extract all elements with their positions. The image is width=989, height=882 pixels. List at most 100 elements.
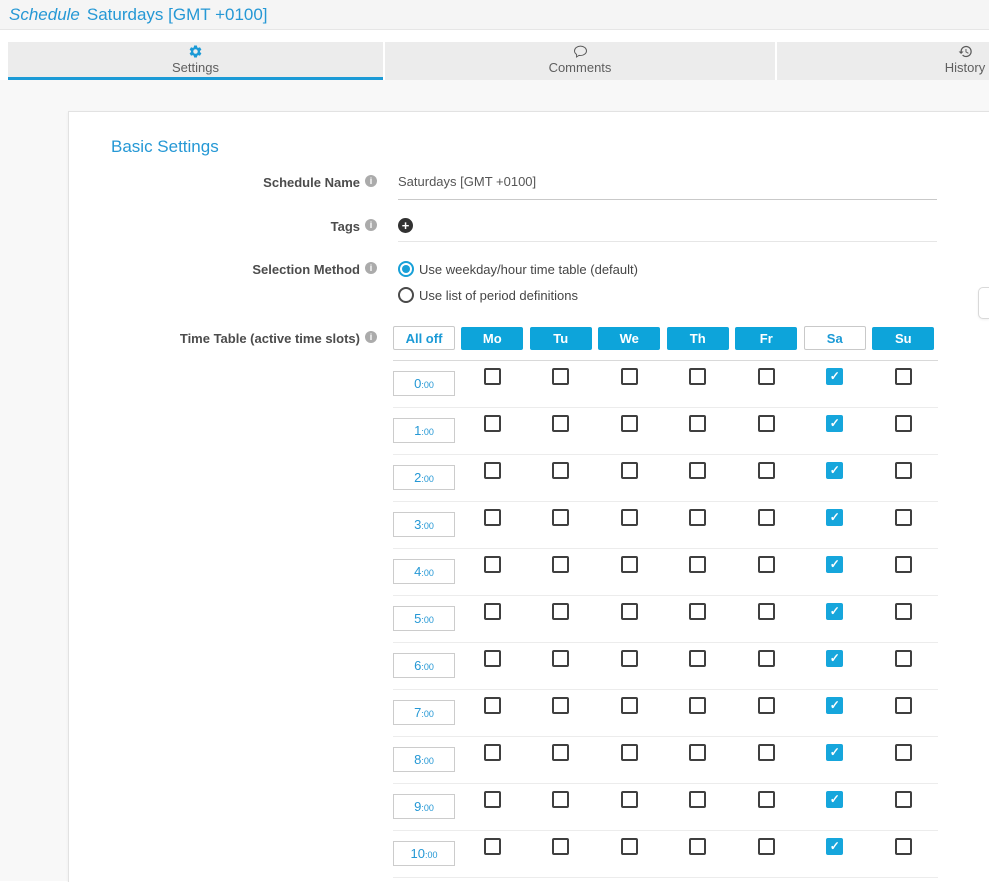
timeslot-checkbox-9:00-fr[interactable] [758,791,775,808]
timeslot-checkbox-2:00-sa[interactable]: ✓ [826,462,843,479]
timeslot-checkbox-6:00-th[interactable] [689,650,706,667]
timeslot-checkbox-1:00-tu[interactable] [552,415,569,432]
timeslot-checkbox-5:00-we[interactable] [621,603,638,620]
timeslot-checkbox-4:00-mo[interactable] [484,556,501,573]
timeslot-checkbox-8:00-tu[interactable] [552,744,569,761]
timeslot-checkbox-6:00-tu[interactable] [552,650,569,667]
radio-button-selected[interactable] [398,261,414,277]
day-toggle-mo[interactable]: Mo [461,327,523,350]
hour-toggle-4:00[interactable]: 4:00 [393,559,455,584]
timeslot-checkbox-3:00-tu[interactable] [552,509,569,526]
day-toggle-su[interactable]: Su [872,327,934,350]
timeslot-checkbox-9:00-su[interactable] [895,791,912,808]
timeslot-checkbox-2:00-th[interactable] [689,462,706,479]
side-panel-handle[interactable] [978,287,989,319]
timeslot-checkbox-10:00-th[interactable] [689,838,706,855]
timeslot-checkbox-1:00-mo[interactable] [484,415,501,432]
timeslot-checkbox-6:00-fr[interactable] [758,650,775,667]
timeslot-checkbox-10:00-su[interactable] [895,838,912,855]
timeslot-checkbox-0:00-we[interactable] [621,368,638,385]
timeslot-checkbox-3:00-we[interactable] [621,509,638,526]
timeslot-checkbox-5:00-tu[interactable] [552,603,569,620]
add-tag-button[interactable]: + [398,218,413,233]
timeslot-checkbox-9:00-tu[interactable] [552,791,569,808]
timeslot-checkbox-4:00-sa[interactable]: ✓ [826,556,843,573]
day-toggle-th[interactable]: Th [667,327,729,350]
timeslot-checkbox-5:00-sa[interactable]: ✓ [826,603,843,620]
hour-toggle-10:00[interactable]: 10:00 [393,841,455,866]
timeslot-checkbox-8:00-th[interactable] [689,744,706,761]
timeslot-checkbox-4:00-we[interactable] [621,556,638,573]
timeslot-checkbox-4:00-th[interactable] [689,556,706,573]
tab-history[interactable]: History [777,42,989,80]
timeslot-checkbox-4:00-fr[interactable] [758,556,775,573]
timeslot-checkbox-10:00-sa[interactable]: ✓ [826,838,843,855]
timeslot-checkbox-5:00-mo[interactable] [484,603,501,620]
timeslot-checkbox-7:00-we[interactable] [621,697,638,714]
timeslot-checkbox-7:00-sa[interactable]: ✓ [826,697,843,714]
timeslot-checkbox-4:00-tu[interactable] [552,556,569,573]
tab-comments[interactable]: Comments [385,42,775,80]
timeslot-checkbox-10:00-tu[interactable] [552,838,569,855]
schedule-name-input[interactable]: Saturdays [GMT +0100] [398,174,937,200]
timeslot-checkbox-1:00-fr[interactable] [758,415,775,432]
timeslot-checkbox-3:00-mo[interactable] [484,509,501,526]
timeslot-checkbox-0:00-th[interactable] [689,368,706,385]
timeslot-checkbox-2:00-mo[interactable] [484,462,501,479]
timeslot-checkbox-8:00-fr[interactable] [758,744,775,761]
hour-toggle-9:00[interactable]: 9:00 [393,794,455,819]
timeslot-checkbox-7:00-su[interactable] [895,697,912,714]
all-off-button[interactable]: All off [393,326,455,350]
timeslot-checkbox-4:00-su[interactable] [895,556,912,573]
timeslot-checkbox-0:00-mo[interactable] [484,368,501,385]
radio-button-unselected[interactable] [398,287,414,303]
timeslot-checkbox-0:00-sa[interactable]: ✓ [826,368,843,385]
timeslot-checkbox-5:00-th[interactable] [689,603,706,620]
timeslot-checkbox-9:00-we[interactable] [621,791,638,808]
timeslot-checkbox-7:00-tu[interactable] [552,697,569,714]
timeslot-checkbox-1:00-sa[interactable]: ✓ [826,415,843,432]
hour-toggle-0:00[interactable]: 0:00 [393,371,455,396]
timeslot-checkbox-7:00-fr[interactable] [758,697,775,714]
timeslot-checkbox-2:00-su[interactable] [895,462,912,479]
tab-settings[interactable]: Settings [8,42,383,80]
timeslot-checkbox-5:00-su[interactable] [895,603,912,620]
day-toggle-sa[interactable]: Sa [804,326,866,350]
timeslot-checkbox-8:00-mo[interactable] [484,744,501,761]
timeslot-checkbox-6:00-su[interactable] [895,650,912,667]
timeslot-checkbox-7:00-th[interactable] [689,697,706,714]
timeslot-checkbox-6:00-we[interactable] [621,650,638,667]
timeslot-checkbox-6:00-mo[interactable] [484,650,501,667]
timeslot-checkbox-9:00-mo[interactable] [484,791,501,808]
radio-option-periods[interactable]: Use list of period definitions [398,287,937,303]
timeslot-checkbox-9:00-th[interactable] [689,791,706,808]
timeslot-checkbox-1:00-we[interactable] [621,415,638,432]
timeslot-checkbox-1:00-th[interactable] [689,415,706,432]
timeslot-checkbox-10:00-we[interactable] [621,838,638,855]
radio-option-timetable[interactable]: Use weekday/hour time table (default) [398,261,937,277]
hour-toggle-7:00[interactable]: 7:00 [393,700,455,725]
hour-toggle-8:00[interactable]: 8:00 [393,747,455,772]
timeslot-checkbox-9:00-sa[interactable]: ✓ [826,791,843,808]
timeslot-checkbox-8:00-sa[interactable]: ✓ [826,744,843,761]
timeslot-checkbox-2:00-we[interactable] [621,462,638,479]
hour-toggle-2:00[interactable]: 2:00 [393,465,455,490]
hour-toggle-3:00[interactable]: 3:00 [393,512,455,537]
timeslot-checkbox-8:00-su[interactable] [895,744,912,761]
timeslot-checkbox-0:00-tu[interactable] [552,368,569,385]
hour-toggle-5:00[interactable]: 5:00 [393,606,455,631]
timeslot-checkbox-5:00-fr[interactable] [758,603,775,620]
timeslot-checkbox-3:00-fr[interactable] [758,509,775,526]
day-toggle-fr[interactable]: Fr [735,327,797,350]
timeslot-checkbox-0:00-su[interactable] [895,368,912,385]
timeslot-checkbox-6:00-sa[interactable]: ✓ [826,650,843,667]
timeslot-checkbox-2:00-fr[interactable] [758,462,775,479]
timeslot-checkbox-10:00-fr[interactable] [758,838,775,855]
hour-toggle-6:00[interactable]: 6:00 [393,653,455,678]
timeslot-checkbox-3:00-sa[interactable]: ✓ [826,509,843,526]
day-toggle-we[interactable]: We [598,327,660,350]
day-toggle-tu[interactable]: Tu [530,327,592,350]
timeslot-checkbox-0:00-fr[interactable] [758,368,775,385]
timeslot-checkbox-2:00-tu[interactable] [552,462,569,479]
timeslot-checkbox-3:00-su[interactable] [895,509,912,526]
